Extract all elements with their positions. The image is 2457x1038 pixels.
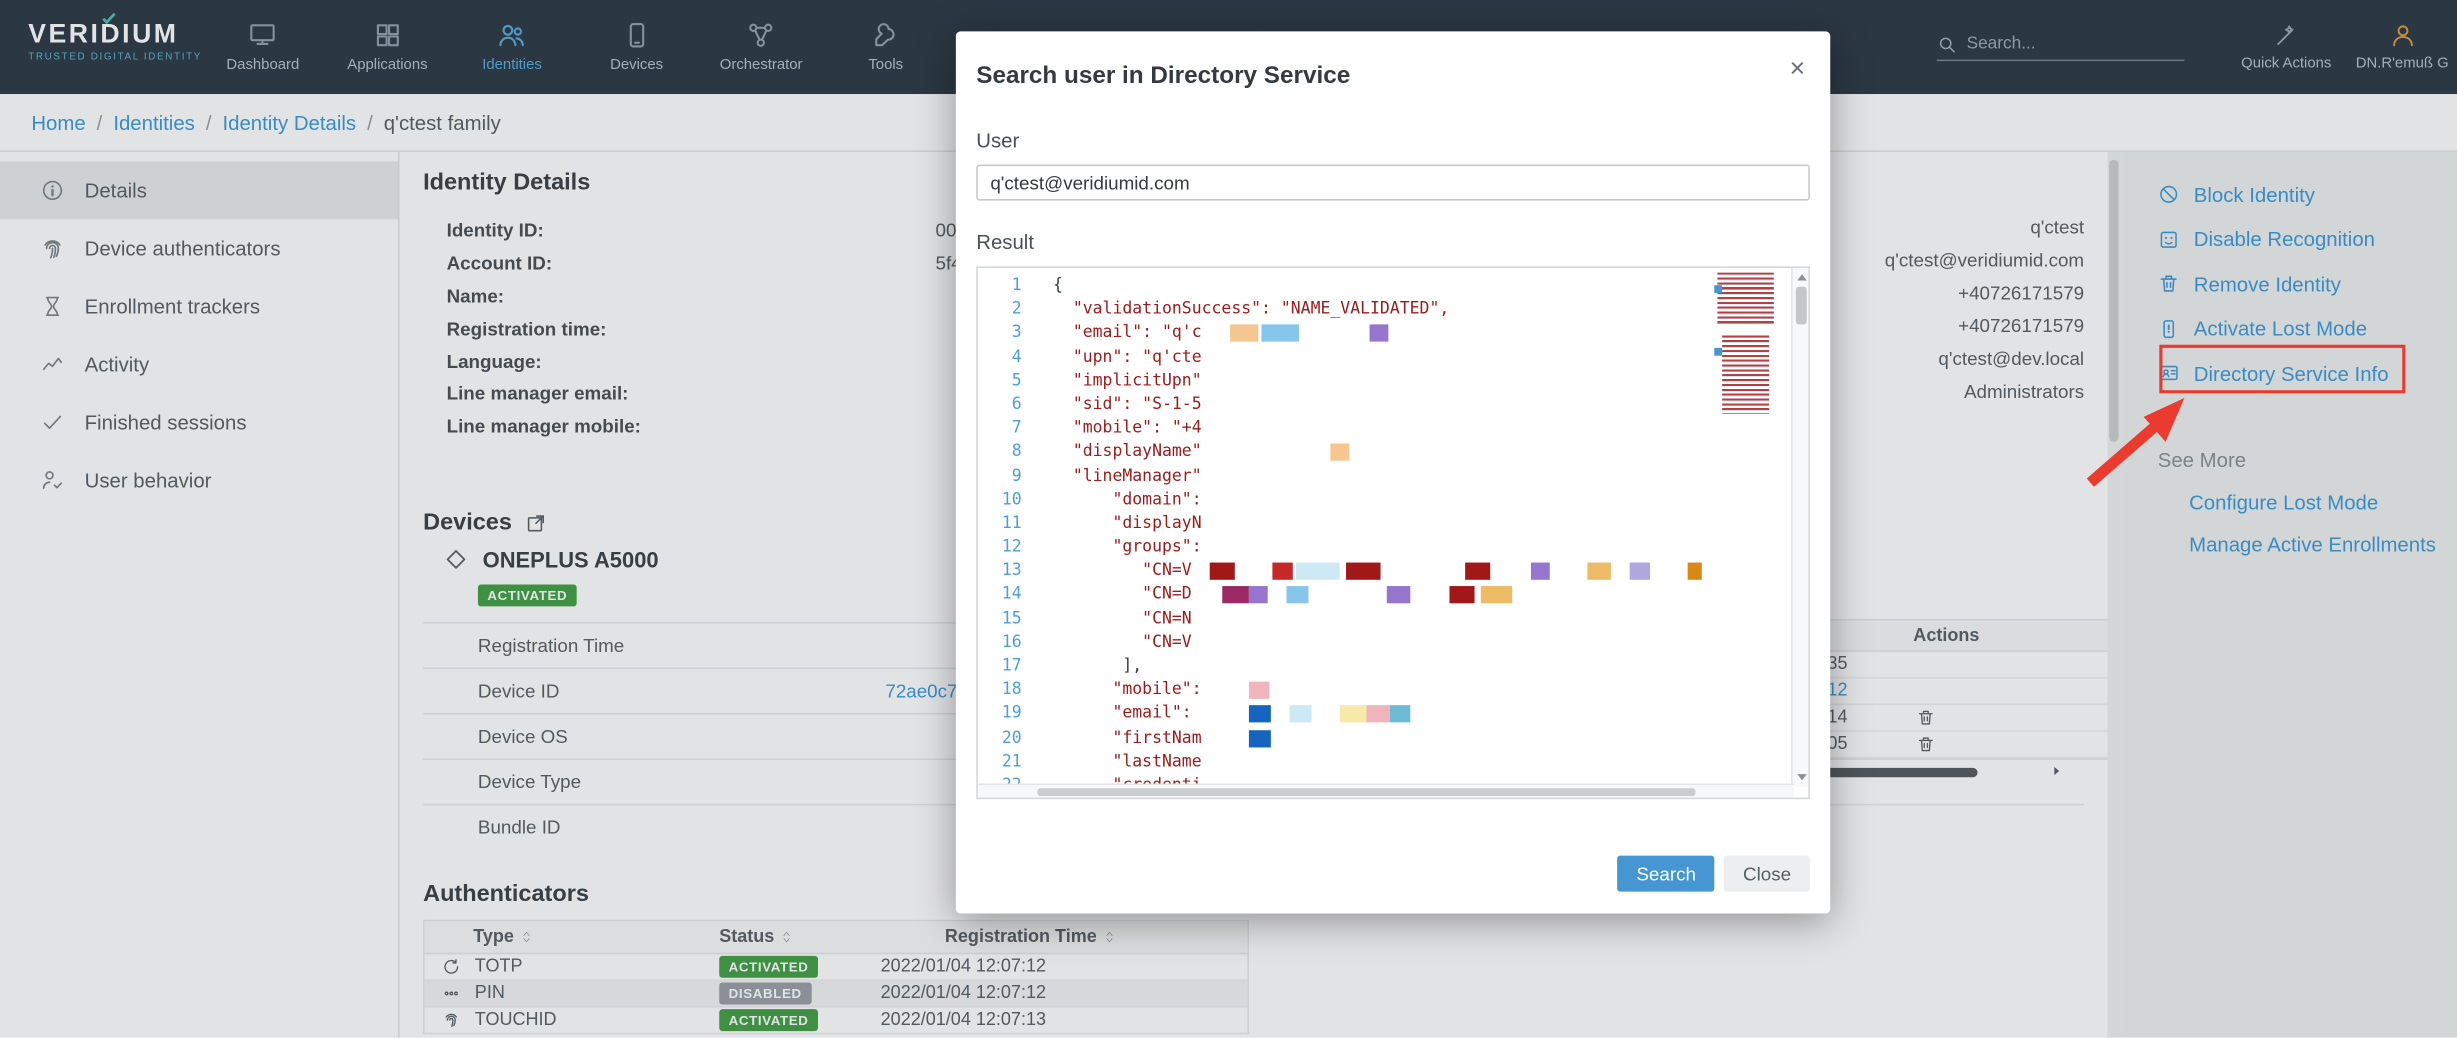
code-line: 15 "CN=N	[978, 607, 1809, 631]
line-number: 17	[978, 655, 1034, 679]
code-line: 8 "displayName"	[978, 441, 1809, 465]
code-vertical-scrollbar[interactable]	[1791, 268, 1808, 787]
line-number: 7	[978, 417, 1034, 441]
code-line: 21 "lastName	[978, 750, 1809, 774]
line-number: 3	[978, 322, 1034, 346]
line-number: 15	[978, 607, 1034, 631]
redaction-box	[1587, 563, 1611, 580]
redaction-box	[1296, 563, 1340, 580]
redaction-box	[1370, 325, 1389, 342]
modal-close-icon[interactable]: ×	[1790, 55, 1806, 82]
line-number: 2	[978, 298, 1034, 322]
redaction-box	[1249, 682, 1269, 699]
redaction-box	[1366, 706, 1390, 723]
redaction-box	[1249, 706, 1271, 723]
code-line: 10 "domain":	[978, 488, 1809, 512]
app-window: VERIDIUM TRUSTED DIGITAL IDENTITY Dashbo…	[0, 0, 2457, 1037]
redaction-box	[1330, 444, 1349, 461]
line-number: 12	[978, 536, 1034, 560]
code-minimap	[1714, 273, 1783, 417]
result-label: Result	[976, 230, 1810, 254]
search-button[interactable]: Search	[1618, 856, 1715, 892]
code-horizontal-scrollbar[interactable]	[978, 784, 1794, 798]
modal-footer: Search Close	[1618, 856, 1810, 892]
redaction-box	[1481, 587, 1512, 604]
close-button[interactable]: Close	[1724, 856, 1810, 892]
code-line: 13 "CN=V	[978, 560, 1809, 584]
redaction-box	[1688, 563, 1702, 580]
redaction-box	[1249, 730, 1271, 747]
redaction-box	[1287, 587, 1309, 604]
line-number: 14	[978, 584, 1034, 608]
line-number: 4	[978, 346, 1034, 370]
code-line: 12 "groups":	[978, 536, 1809, 560]
code-line: 2 "validationSuccess": "NAME_VALIDATED",	[978, 298, 1809, 322]
code-line: 5 "implicitUpn"	[978, 369, 1809, 393]
code-line: 14 "CN=D	[978, 584, 1809, 608]
line-number: 19	[978, 703, 1034, 727]
line-number: 1	[978, 274, 1034, 298]
redaction-box	[1272, 563, 1292, 580]
scroll-up-icon[interactable]	[1797, 274, 1806, 280]
line-number: 6	[978, 393, 1034, 417]
redaction-box	[1222, 587, 1249, 604]
line-number: 16	[978, 631, 1034, 655]
modal-title: Search user in Directory Service	[976, 31, 1810, 91]
redaction-box	[1390, 706, 1410, 723]
directory-search-modal: Search user in Directory Service × User …	[956, 31, 1830, 913]
result-code-viewer: 1{2 "validationSuccess": "NAME_VALIDATED…	[976, 266, 1810, 799]
hscroll-thumb[interactable]	[1037, 787, 1695, 796]
redaction-box	[1531, 563, 1550, 580]
line-number: 11	[978, 512, 1034, 536]
vscroll-thumb[interactable]	[1796, 287, 1807, 325]
line-number: 20	[978, 726, 1034, 750]
scroll-down-icon[interactable]	[1797, 774, 1806, 780]
user-field-label: User	[976, 128, 1810, 152]
line-number: 13	[978, 560, 1034, 584]
code-line: 16 "CN=V	[978, 631, 1809, 655]
redaction-box	[1449, 587, 1474, 604]
redaction-box	[1210, 563, 1235, 580]
code-line: 20 "firstNam	[978, 726, 1809, 750]
code-line: 9 "lineManager"	[978, 465, 1809, 489]
line-number: 18	[978, 679, 1034, 703]
code-line: 1{	[978, 274, 1809, 298]
line-number: 10	[978, 488, 1034, 512]
redaction-box	[1630, 563, 1650, 580]
line-number: 21	[978, 750, 1034, 774]
annotation-arrow	[2072, 379, 2210, 498]
code-line: 7 "mobile": "+4	[978, 417, 1809, 441]
code-line: 6 "sid": "S-1-5	[978, 393, 1809, 417]
code-line: 17 ],	[978, 655, 1809, 679]
redaction-box	[1290, 706, 1312, 723]
redaction-box	[1249, 587, 1268, 604]
line-number: 8	[978, 441, 1034, 465]
redaction-box	[1465, 563, 1490, 580]
redaction-box	[1230, 325, 1258, 342]
redaction-box	[1340, 706, 1367, 723]
redaction-box	[1346, 563, 1380, 580]
line-number: 9	[978, 465, 1034, 489]
code-line: 11 "displayN	[978, 512, 1809, 536]
user-search-input[interactable]	[976, 165, 1810, 201]
line-number: 5	[978, 369, 1034, 393]
redaction-box	[1387, 587, 1411, 604]
redaction-box	[1261, 325, 1299, 342]
code-line: 18 "mobile":	[978, 679, 1809, 703]
code-line: 3 "email": "q'c	[978, 322, 1809, 346]
code-line: 19 "email":	[978, 703, 1809, 727]
code-line: 4 "upn": "q'cte	[978, 346, 1809, 370]
